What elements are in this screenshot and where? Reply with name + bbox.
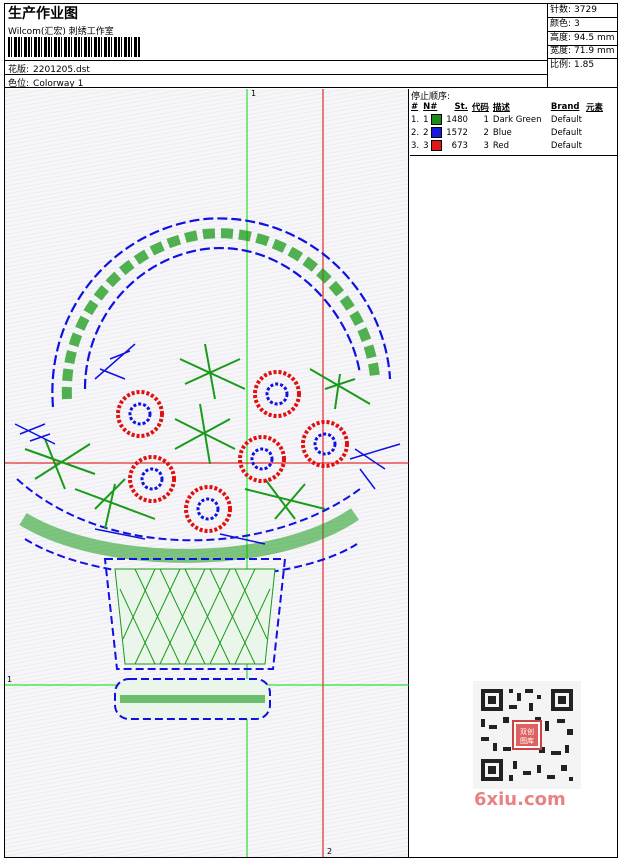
- needle-value: 3: [423, 141, 429, 151]
- stat-scale: 比例: 1.85: [550, 59, 594, 72]
- table-row[interactable]: 2. 2 1572 2 Blue Default: [411, 126, 607, 139]
- col-header: 描述: [492, 102, 510, 113]
- stat-label: 宽度:: [550, 46, 572, 56]
- color-swatch: [431, 127, 443, 138]
- table-row[interactable]: 1. 1 1480 1 Dark Green Default: [411, 113, 607, 126]
- needle-number: 1: [423, 113, 446, 126]
- stitch-count: 673: [451, 140, 468, 151]
- needle-number: 2: [423, 126, 446, 139]
- flower: [301, 420, 349, 468]
- table-header-row: # N# St. 代码 描述 Brand 元素: [411, 100, 607, 113]
- stat-stitches: 针数: 3729: [550, 4, 597, 17]
- colorway-label: 色位:: [8, 79, 30, 89]
- color-code: 1: [483, 114, 489, 125]
- stat-value: 3: [574, 19, 580, 29]
- leaves: [24, 343, 371, 530]
- color-table: # N# St. 代码 描述 Brand 元素 1. 1 1480 1 Dark…: [411, 100, 607, 152]
- needle-value: 1: [423, 115, 429, 125]
- stat-colors: 颜色: 3: [550, 18, 580, 31]
- colorway-row: 色位: Colorway 1: [8, 76, 83, 89]
- stitch-count: 1572: [446, 127, 468, 138]
- stat-value: 1.85: [574, 60, 595, 70]
- row-number: 1.: [411, 114, 420, 125]
- stitch-count: 1480: [446, 114, 468, 125]
- stop-sequence-header: 停止顺序: # N# St. 代码 描述 Brand 元素 1. 1 1480 …: [410, 89, 617, 156]
- watermark-text: 6xiu.com: [474, 789, 566, 810]
- basket-rim: [16, 478, 361, 579]
- flower: [184, 485, 232, 533]
- color-description: Blue: [492, 127, 512, 138]
- stat-label: 颜色:: [550, 19, 572, 29]
- flowers: [116, 370, 349, 533]
- stat-label: 针数:: [550, 5, 572, 15]
- flower: [116, 390, 164, 438]
- basket-base: [114, 678, 271, 720]
- brand: Default: [550, 114, 582, 125]
- col-header: St.: [454, 101, 468, 112]
- flower: [128, 455, 176, 503]
- flower: [253, 370, 301, 418]
- header-divider-2: [4, 74, 548, 75]
- needle-value: 2: [423, 128, 429, 138]
- axis-label-h1: 1: [7, 675, 13, 684]
- stat-label: 高度:: [550, 33, 572, 43]
- barcode: [8, 37, 140, 57]
- needle-number: 3: [423, 139, 446, 152]
- basket-body: [103, 558, 287, 670]
- color-description: Dark Green: [492, 114, 542, 125]
- row-number: 2.: [411, 127, 420, 138]
- brand: Default: [550, 140, 582, 151]
- row-number: 3.: [411, 140, 420, 151]
- element: [586, 126, 607, 139]
- qr-stamp-text: 图库: [520, 736, 534, 745]
- col-header: 代码: [471, 102, 489, 113]
- element: [586, 113, 607, 126]
- stat-label: 比例:: [550, 60, 572, 70]
- color-code: 3: [483, 140, 489, 151]
- company-name: Wilcom(汇宏) 刺绣工作室: [8, 27, 114, 37]
- colorway-value: Colorway 1: [33, 79, 84, 89]
- page-title: 生产作业图: [8, 6, 78, 22]
- col-header: 元素: [585, 102, 603, 113]
- col-header: #: [411, 101, 419, 112]
- qr-code-graphic: 双创 图库: [473, 681, 581, 789]
- stat-height: 高度: 94.5 mm: [550, 32, 614, 45]
- stat-width: 宽度: 71.9 mm: [550, 45, 614, 58]
- header-divider: [4, 60, 548, 61]
- brand: Default: [550, 127, 582, 138]
- design-canvas[interactable]: 1 1 2: [5, 89, 409, 857]
- color-swatch: [431, 140, 443, 151]
- qr-code: 双创 图库: [473, 681, 581, 789]
- color-code: 2: [483, 127, 489, 138]
- axis-label-v2: 2: [327, 847, 333, 856]
- stat-value: 71.9 mm: [574, 46, 615, 56]
- color-description: Red: [492, 140, 510, 151]
- stat-value: 3729: [574, 5, 597, 15]
- col-header: Brand: [550, 101, 580, 112]
- col-header: N#: [423, 101, 438, 112]
- color-swatch: [431, 114, 443, 125]
- qr-stamp-text: 双创: [520, 727, 534, 736]
- stat-value: 94.5 mm: [574, 33, 615, 43]
- element: [586, 139, 607, 152]
- axis-label-v1: 1: [251, 89, 257, 98]
- embroidery-design: [5, 89, 409, 857]
- table-row[interactable]: 3. 3 673 3 Red Default: [411, 139, 607, 152]
